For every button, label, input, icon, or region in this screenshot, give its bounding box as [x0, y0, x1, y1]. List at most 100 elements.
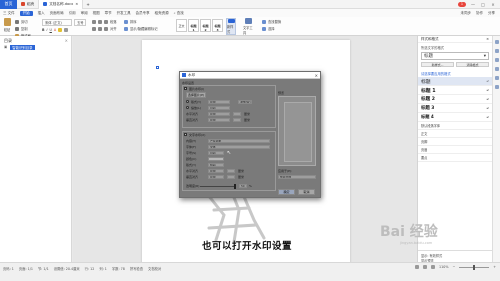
file-menu[interactable]: 三 文件: [3, 11, 15, 16]
status-section[interactable]: 节: 1/1: [38, 266, 49, 271]
collaborate-button[interactable]: 协作: [476, 11, 483, 16]
sort-button[interactable]: 排序: [124, 19, 158, 24]
zoom-level[interactable]: 110%: [439, 265, 448, 269]
menu-start[interactable]: 开始: [19, 10, 33, 16]
copy-button[interactable]: 复制: [15, 26, 31, 31]
number-list-icon[interactable]: [98, 19, 102, 24]
text-layout-select[interactable]: 倾斜: [208, 163, 224, 167]
smart-toc-button[interactable]: 智能识别目录: [10, 45, 35, 50]
cut-button[interactable]: 剪切: [15, 19, 31, 24]
menu-section[interactable]: 章节: [105, 11, 112, 16]
sync-status[interactable]: 未同步: [461, 11, 472, 16]
search-menu[interactable]: ⌕ 查找: [174, 11, 184, 16]
style-item-title[interactable]: 标题 ↵: [418, 77, 492, 86]
size-select[interactable]: 自动: [208, 151, 224, 155]
status-setting-value[interactable]: 设置值: 20.4厘米: [54, 266, 80, 271]
ok-button[interactable]: 确定: [278, 189, 295, 195]
opacity-input[interactable]: 50: [239, 184, 247, 188]
notification-badge[interactable]: 1: [457, 1, 466, 7]
menu-developer[interactable]: 开发工具: [117, 11, 131, 16]
home-tab[interactable]: 首页: [0, 0, 17, 9]
font-size-select[interactable]: 五号: [74, 19, 86, 26]
italic-button[interactable]: I: [47, 28, 48, 32]
style-item-footer[interactable]: 页脚: [418, 138, 492, 146]
align-center-icon[interactable]: [98, 26, 102, 31]
apply-to-select[interactable]: 整篇文档: [278, 175, 316, 179]
close-button[interactable]: ×: [490, 2, 496, 7]
style-heading1[interactable]: 标题 1: [188, 19, 199, 32]
layout-radio[interactable]: [186, 100, 189, 103]
cloud-icon[interactable]: [494, 67, 499, 71]
text-h-align-select[interactable]: 居中: [208, 169, 224, 173]
menu-references[interactable]: 引用: [69, 11, 76, 16]
new-tab-icon[interactable]: +: [83, 2, 89, 7]
style-item-header[interactable]: 页眉: [418, 146, 492, 154]
scale-radio[interactable]: [186, 106, 189, 109]
settings-icon[interactable]: [494, 76, 499, 80]
show-marks-button[interactable]: 显示/隐藏编辑标记: [124, 26, 158, 31]
align-right-icon[interactable]: [104, 26, 108, 31]
style-item-key-point[interactable]: 要点: [418, 154, 492, 162]
zoom-in-icon[interactable]: +: [493, 265, 496, 269]
content-input[interactable]: 严禁复制: [208, 139, 270, 143]
minimize-button[interactable]: —: [470, 2, 476, 7]
web-view-icon[interactable]: [431, 265, 436, 269]
proofread-button[interactable]: 文档校对: [148, 266, 161, 271]
tab-close-icon[interactable]: ×: [75, 2, 78, 6]
align-left-icon[interactable]: [92, 26, 96, 31]
indent-icon[interactable]: [104, 19, 108, 24]
find-replace-button[interactable]: 查找替换: [262, 19, 281, 24]
washout-select[interactable]: 冲蚀(W): [238, 100, 252, 104]
opacity-slider[interactable]: [200, 184, 236, 189]
text-v-align-select[interactable]: 居中: [208, 175, 224, 179]
style-item-heading2[interactable]: 标题 2 ↵: [418, 95, 492, 104]
h-align-select[interactable]: 居中: [208, 112, 230, 116]
color-picker[interactable]: [208, 157, 224, 161]
paste-button[interactable]: 粘贴: [2, 18, 12, 35]
status-pages[interactable]: 页面: 1/1: [19, 266, 33, 271]
clear-format-button[interactable]: 清除格式: [456, 62, 489, 67]
menu-view[interactable]: 视图: [93, 11, 100, 16]
styles-icon[interactable]: [494, 40, 499, 44]
highlight-icon[interactable]: [58, 28, 63, 32]
v-align-select[interactable]: 居中: [208, 118, 230, 122]
select-button[interactable]: 选择: [262, 26, 281, 31]
menu-insert[interactable]: 插入: [38, 11, 45, 16]
h-offset-input[interactable]: [233, 112, 241, 116]
text-tools-button[interactable]: 文字工具: [243, 18, 253, 35]
status-page-number[interactable]: 页码: 1: [3, 266, 14, 271]
status-line[interactable]: 行: 12: [85, 266, 95, 271]
cancel-button[interactable]: 取消: [298, 189, 315, 195]
view-mode-icon[interactable]: [415, 265, 420, 269]
font-color-button[interactable]: A: [54, 28, 56, 32]
style-heading2[interactable]: 标题 2: [200, 19, 211, 32]
text-v-offset-input[interactable]: [227, 175, 235, 179]
style-item-heading4[interactable]: 标题 4 ↵: [418, 113, 492, 122]
toc-icon[interactable]: ▣: [4, 45, 7, 50]
spell-check-button[interactable]: 拼写检查: [130, 266, 143, 271]
style-item-heading3[interactable]: 标题 3 ↵: [418, 104, 492, 113]
help-icon[interactable]: [494, 85, 499, 89]
font-select[interactable]: 宋体: [208, 145, 270, 149]
new-style-panel-button[interactable]: 新样式...: [421, 62, 454, 67]
select-picture-button[interactable]: 选择图片(P): [186, 92, 206, 98]
styles-panel-close-icon[interactable]: ×: [486, 37, 489, 41]
text-watermark-checkbox[interactable]: [184, 133, 187, 136]
status-word-count[interactable]: 字数: 78: [112, 266, 125, 271]
layout-select[interactable]: 居中: [208, 100, 230, 104]
property-icon[interactable]: [494, 58, 499, 62]
picture-watermark-checkbox[interactable]: [184, 87, 187, 90]
read-mode-icon[interactable]: [423, 265, 428, 269]
share-button[interactable]: 分享: [488, 11, 495, 16]
menu-member[interactable]: 会员专享: [136, 11, 150, 16]
text-h-offset-input[interactable]: [227, 169, 235, 173]
opacity-slider-thumb[interactable]: [234, 184, 236, 189]
zoom-slider-thumb[interactable]: [473, 264, 476, 270]
style-item-default-font[interactable]: 默认段落字体: [418, 122, 492, 130]
style-item-normal[interactable]: 正文: [418, 130, 492, 138]
dialog-close-icon[interactable]: ×: [315, 73, 318, 78]
bold-button[interactable]: B: [42, 28, 45, 32]
v-offset-input[interactable]: [233, 118, 241, 122]
bullet-list-icon[interactable]: [92, 19, 96, 24]
status-column[interactable]: 列: 1: [99, 266, 107, 271]
